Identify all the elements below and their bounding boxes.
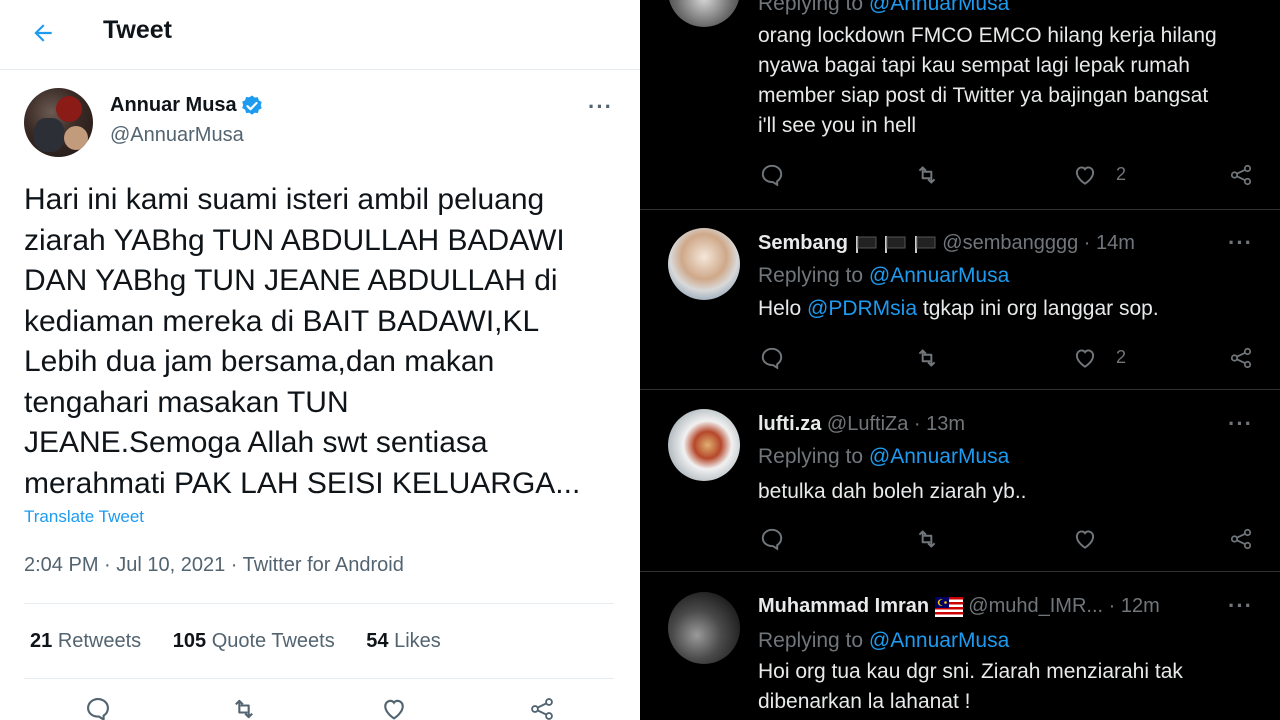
reply-item[interactable]: Muhammad Imran @muhd_IMR... · 12m ··· Re…	[640, 573, 1280, 720]
share-icon[interactable]	[1228, 526, 1254, 552]
author-name[interactable]: Annuar Musa	[110, 94, 237, 117]
replying-to: Replying to @AnnuarMusa	[758, 0, 1009, 16]
author-handle[interactable]: @AnnuarMusa	[110, 124, 244, 147]
divider	[24, 678, 614, 679]
share-icon[interactable]	[528, 695, 556, 720]
reply-icon[interactable]	[759, 526, 785, 552]
malaysia-flag-icon	[934, 596, 963, 617]
reply-author[interactable]: Muhammad Imran @muhd_IMR... · 12m	[758, 595, 1160, 618]
more-horizontal-icon[interactable]: ···	[1228, 593, 1253, 619]
reply-item[interactable]: lufti.za @LuftiZa · 13m ··· Replying to …	[640, 391, 1280, 572]
retweet-icon[interactable]	[914, 526, 940, 552]
reply-author[interactable]: lufti.za @LuftiZa · 13m	[758, 413, 965, 436]
reply-actions: 2	[640, 162, 1280, 192]
replies-panel: Replying to @AnnuarMusa orang lockdown F…	[640, 0, 1280, 720]
retweet-icon[interactable]	[914, 345, 940, 371]
replying-to: Replying to @AnnuarMusa	[758, 264, 1010, 287]
reply-actions: 2	[640, 345, 1280, 375]
replying-to: Replying to @AnnuarMusa	[758, 629, 1010, 652]
top-bar: Tweet	[0, 0, 640, 70]
main-tweet-panel: Tweet Annuar Musa @AnnuarMusa ··· Hari i…	[0, 0, 640, 720]
reply-text: betulka dah boleh ziarah yb..	[758, 480, 1027, 503]
heart-icon[interactable]	[1072, 345, 1098, 371]
mention-link[interactable]: @AnnuarMusa	[869, 0, 1009, 15]
heart-icon[interactable]	[1072, 162, 1098, 188]
arrow-left-icon[interactable]	[30, 20, 56, 46]
retweet-icon[interactable]	[230, 695, 258, 720]
tweet-actions	[0, 695, 640, 720]
reply-text: Hoi org tua kau dgr sni. Ziarah menziara…	[758, 660, 1183, 713]
reply-item[interactable]: Replying to @AnnuarMusa orang lockdown F…	[640, 0, 1280, 210]
tweet-timestamp[interactable]: 2:04 PM · Jul 10, 2021 · Twitter for And…	[24, 554, 404, 577]
page-title: Tweet	[103, 16, 172, 44]
reply-icon[interactable]	[84, 695, 112, 720]
reply-handle-time: @LuftiZa · 13m	[826, 413, 966, 435]
replying-to: Replying to @AnnuarMusa	[758, 445, 1010, 468]
avatar[interactable]	[668, 409, 740, 481]
translate-tweet-link[interactable]: Translate Tweet	[24, 507, 144, 527]
reply-icon[interactable]	[759, 162, 785, 188]
black-flag-icon	[914, 235, 936, 253]
more-horizontal-icon[interactable]: ···	[588, 94, 613, 120]
likes-stat[interactable]: 54 Likes	[366, 630, 441, 652]
reply-author[interactable]: Sembang @sembangggg · 14m	[758, 232, 1135, 255]
author-avatar[interactable]	[24, 88, 93, 157]
black-flag-icon	[885, 235, 906, 253]
share-icon[interactable]	[1228, 162, 1254, 188]
black-flag-icon	[855, 235, 877, 253]
retweet-icon[interactable]	[914, 162, 940, 188]
heart-icon[interactable]	[1072, 526, 1098, 552]
quote-tweets-stat[interactable]: 105 Quote Tweets	[173, 630, 335, 652]
reply-icon[interactable]	[759, 345, 785, 371]
mention-link[interactable]: @AnnuarMusa	[869, 629, 1009, 652]
reply-handle-time: @sembangggg · 14m	[942, 232, 1135, 254]
mention-link[interactable]: @AnnuarMusa	[869, 264, 1009, 287]
divider	[24, 603, 614, 604]
avatar[interactable]	[668, 228, 740, 300]
reply-handle-time: @muhd_IMR... · 12m	[968, 595, 1160, 617]
like-count: 2	[1116, 164, 1127, 184]
share-icon[interactable]	[1228, 345, 1254, 371]
retweets-stat[interactable]: 21 Retweets	[30, 630, 141, 652]
reply-text: Helo @PDRMsia tgkap ini org langgar sop.	[758, 297, 1159, 320]
heart-icon[interactable]	[380, 695, 408, 720]
mention-link[interactable]: @PDRMsia	[807, 297, 917, 320]
tweet-stats: 21 Retweets 105 Quote Tweets 54 Likes	[30, 630, 467, 653]
more-horizontal-icon[interactable]: ···	[1228, 230, 1253, 256]
more-horizontal-icon[interactable]: ···	[1228, 411, 1253, 437]
reply-actions	[640, 526, 1280, 556]
avatar[interactable]	[668, 0, 740, 27]
mention-link[interactable]: @AnnuarMusa	[869, 445, 1009, 468]
tweet-text: Hari ini kami suami isteri ambil peluang…	[24, 183, 581, 500]
like-count: 2	[1116, 347, 1127, 367]
reply-item[interactable]: Sembang @sembangggg · 14m ··· Replying t…	[640, 210, 1280, 390]
verified-badge-icon	[242, 95, 262, 115]
avatar[interactable]	[668, 592, 740, 664]
reply-text: orang lockdown FMCO EMCO hilang kerja hi…	[758, 24, 1217, 137]
